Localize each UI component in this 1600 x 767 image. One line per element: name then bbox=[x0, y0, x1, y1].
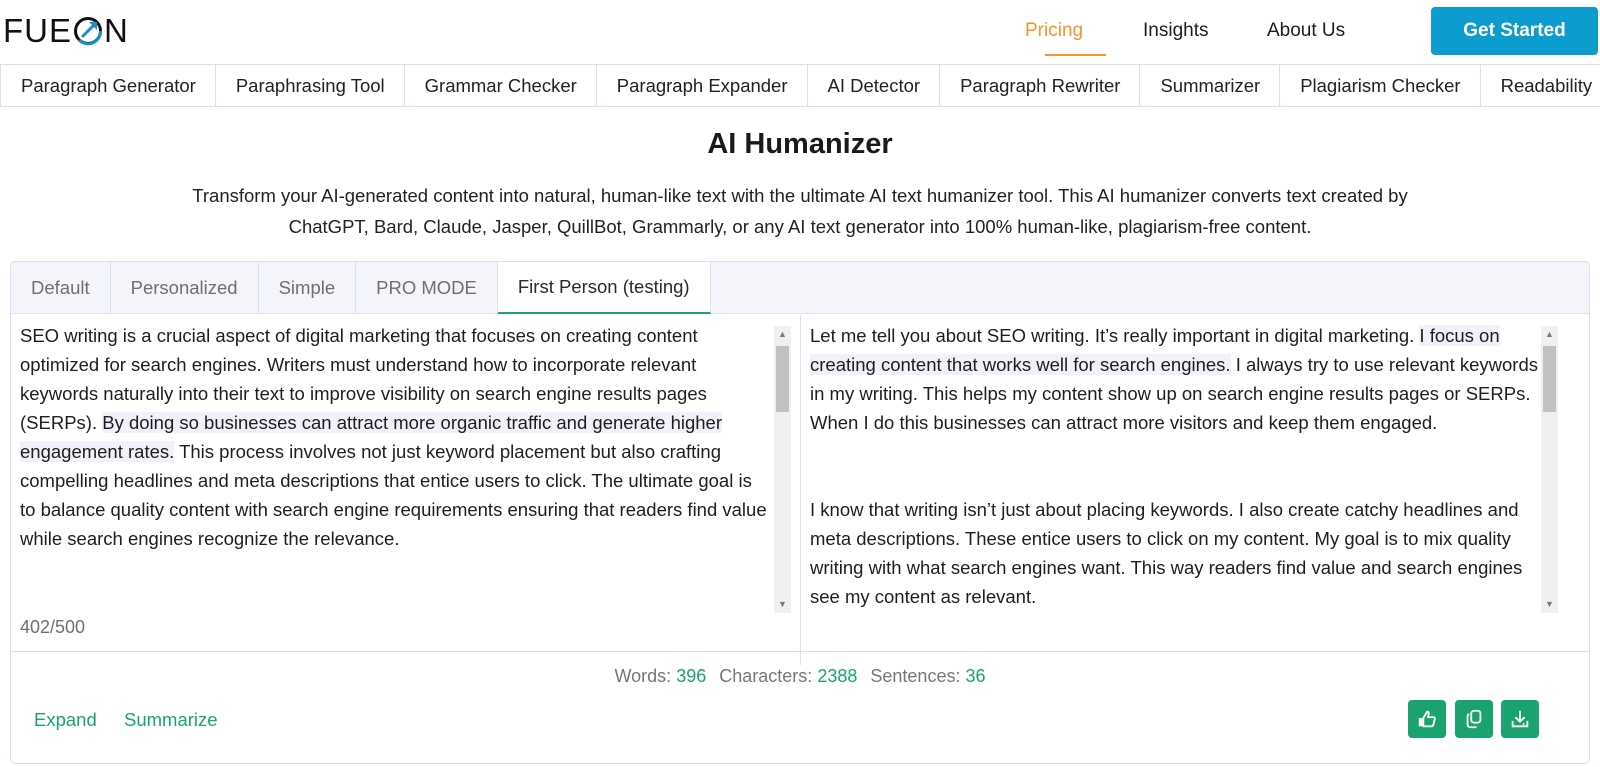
copy-icon bbox=[1466, 709, 1482, 729]
copy-button[interactable] bbox=[1455, 700, 1493, 738]
tab-personalized[interactable]: Personalized bbox=[111, 262, 259, 314]
scroll-thumb[interactable] bbox=[1543, 346, 1556, 412]
scroll-down-arrow-icon[interactable]: ▼ bbox=[1541, 596, 1558, 613]
thumbs-up-button[interactable] bbox=[1408, 700, 1446, 738]
tool-paragraph-expander[interactable]: Paragraph Expander bbox=[595, 65, 807, 106]
page-title: AI Humanizer bbox=[707, 128, 893, 160]
output-text[interactable]: Let me tell you about SEO writing. It’s … bbox=[810, 321, 1545, 609]
nav-active-underline bbox=[1045, 54, 1106, 56]
output-paragraph-2: I know that writing isn’t just about pla… bbox=[810, 499, 1523, 607]
footer-divider bbox=[11, 651, 1589, 652]
output-text-part: Let me tell you about SEO writing. It’s … bbox=[810, 325, 1420, 346]
tool-grammar-checker[interactable]: Grammar Checker bbox=[403, 65, 596, 106]
logo[interactable]: FUE N bbox=[3, 12, 129, 49]
tool-paragraph-rewriter[interactable]: Paragraph Rewriter bbox=[939, 65, 1139, 106]
output-pane: Let me tell you about SEO writing. It’s … bbox=[801, 315, 1589, 665]
thumbs-up-icon bbox=[1418, 710, 1436, 728]
output-scrollbar[interactable]: ▲ ▼ bbox=[1541, 326, 1558, 613]
tool-plagiarism-checker[interactable]: Plagiarism Checker bbox=[1279, 65, 1479, 106]
scroll-up-arrow-icon[interactable]: ▲ bbox=[1541, 326, 1558, 343]
nav-pricing[interactable]: Pricing bbox=[1025, 20, 1083, 42]
logo-text-left: FUE bbox=[3, 12, 72, 49]
tab-pro-mode[interactable]: PRO MODE bbox=[356, 262, 498, 314]
scroll-down-arrow-icon[interactable]: ▼ bbox=[774, 596, 791, 613]
sentences-count: 36 bbox=[965, 666, 986, 686]
scroll-up-arrow-icon[interactable]: ▲ bbox=[774, 326, 791, 343]
site-header: FUE N Pricing Insights About Us Get Star… bbox=[0, 0, 1600, 64]
nav-about-us[interactable]: About Us bbox=[1267, 20, 1345, 42]
words-label: Words: bbox=[614, 666, 672, 686]
text-stats: Words: 396 Characters: 2388 Sentences: 3… bbox=[11, 666, 1589, 687]
logo-o-arrow-icon bbox=[73, 16, 103, 46]
tab-default[interactable]: Default bbox=[11, 262, 111, 314]
scroll-thumb[interactable] bbox=[776, 346, 789, 412]
input-textarea[interactable]: SEO writing is a crucial aspect of digit… bbox=[20, 321, 772, 609]
tool-ai-detector[interactable]: AI Detector bbox=[806, 65, 940, 106]
input-pane: SEO writing is a crucial aspect of digit… bbox=[11, 315, 801, 665]
character-counter: 402/500 bbox=[20, 617, 86, 637]
tab-simple[interactable]: Simple bbox=[259, 262, 357, 314]
expand-link[interactable]: Expand bbox=[34, 709, 97, 731]
input-scrollbar[interactable]: ▲ ▼ bbox=[774, 326, 791, 613]
download-icon bbox=[1511, 710, 1529, 728]
tool-summarizer[interactable]: Summarizer bbox=[1139, 65, 1279, 106]
tool-nav: Paragraph Generator Paraphrasing Tool Gr… bbox=[0, 64, 1600, 107]
nav-insights[interactable]: Insights bbox=[1143, 20, 1208, 42]
page-subtitle: Transform your AI-generated content into… bbox=[192, 185, 1408, 237]
sentences-label: Sentences: bbox=[870, 666, 961, 686]
tool-readability[interactable]: Readability bbox=[1479, 65, 1600, 106]
mode-tabs: Default Personalized Simple PRO MODE Fir… bbox=[11, 262, 1589, 314]
tool-paraphrasing-tool[interactable]: Paraphrasing Tool bbox=[214, 65, 404, 106]
tab-first-person-testing[interactable]: First Person (testing) bbox=[497, 262, 711, 314]
summarize-link[interactable]: Summarize bbox=[124, 709, 218, 731]
characters-count: 2388 bbox=[817, 666, 858, 686]
tool-paragraph-generator[interactable]: Paragraph Generator bbox=[0, 65, 215, 106]
get-started-button[interactable]: Get Started bbox=[1431, 7, 1598, 55]
words-count: 396 bbox=[676, 666, 707, 686]
download-button[interactable] bbox=[1501, 700, 1539, 738]
characters-label: Characters: bbox=[719, 666, 813, 686]
logo-text-right: N bbox=[104, 12, 129, 49]
humanizer-card: Default Personalized Simple PRO MODE Fir… bbox=[10, 261, 1590, 764]
